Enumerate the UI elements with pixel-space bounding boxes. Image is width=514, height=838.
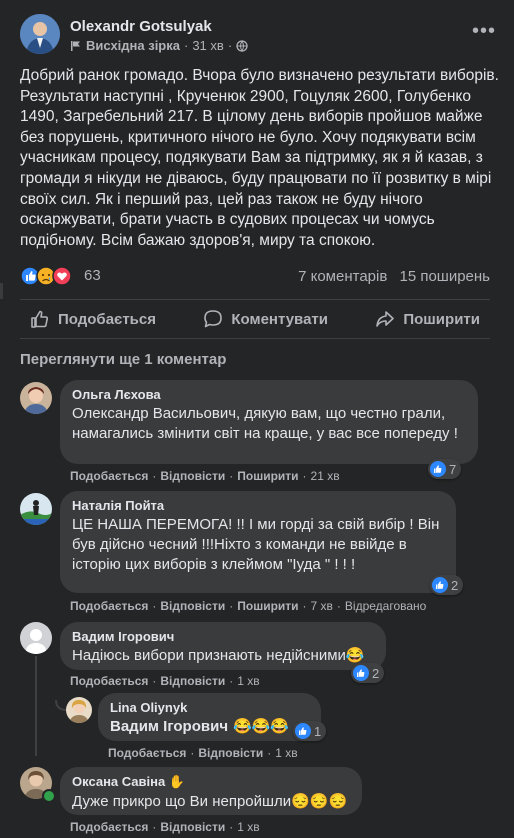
reply-emoji-text: 😂😂😂	[233, 718, 290, 735]
comment-text: Надіюсь вибори признають недійсними😂	[72, 647, 365, 664]
thumbs-up-icon	[353, 665, 369, 681]
like-button[interactable]: Подобається	[20, 309, 166, 329]
comment-reply-link[interactable]: Відповісти	[160, 820, 225, 834]
post-stats: 7 коментарів 15 поширень	[290, 268, 490, 285]
thumbs-up-icon	[430, 461, 446, 477]
comment-like-badge[interactable]: 1	[293, 721, 327, 741]
accent-bar	[0, 283, 3, 299]
comment-like-count: 2	[372, 665, 380, 681]
reactions-row: 63 7 коментарів 15 поширень	[20, 266, 490, 288]
thumbs-up-icon	[295, 723, 311, 739]
comment-like-link[interactable]: Подобається	[70, 674, 148, 688]
post-card: Olexandr Gotsulyak Висхідна зірка · 31 х…	[0, 0, 514, 838]
post-time[interactable]: 31 хв	[192, 38, 223, 53]
share-icon	[376, 311, 395, 327]
online-status-dot	[42, 789, 56, 803]
comment-item: Оксана Савіна ✋ Дуже прикро що Ви непрой…	[20, 767, 490, 835]
comment-like-link[interactable]: Подобається	[70, 469, 148, 483]
post-meta: Висхідна зірка · 31 хв ·	[70, 38, 248, 53]
divider-bottom	[20, 338, 490, 339]
comment-like-link[interactable]: Подобається	[70, 599, 148, 613]
group-name[interactable]: Висхідна зірка	[86, 38, 180, 53]
comment-time[interactable]: 1 хв	[275, 746, 297, 760]
reply-thread-line	[35, 656, 37, 756]
comment-bubble: Ольга Лєхова Олександр Васильович, дякую…	[60, 380, 478, 464]
comment-bubble: Оксана Савіна ✋ Дуже прикро що Ви непрой…	[60, 767, 362, 815]
comment-time[interactable]: 1 хв	[237, 674, 259, 688]
commenter-name[interactable]: Наталія Пойта	[72, 498, 444, 513]
comment-text: ЦЕ НАША ПЕРЕМОГА! !! І ми горді за свій …	[72, 516, 440, 573]
commenter-name[interactable]: Lina Oliynyk	[110, 700, 309, 715]
comment-actions: Подобається · Відповісти · Поширити · 21 хв	[70, 469, 340, 483]
comment-text: Олександр Васильович, дякую вам, що чест…	[72, 405, 458, 442]
comment-reply-link[interactable]: Відповісти	[160, 469, 225, 483]
comment-item: Вадим Ігорович Надіюсь вибори признають …	[20, 622, 490, 690]
reaction-count[interactable]: 63	[84, 267, 101, 284]
comment-label: Коментувати	[231, 310, 328, 328]
love-reaction-icon	[52, 266, 72, 286]
author-avatar[interactable]	[20, 14, 60, 54]
post-header: Olexandr Gotsulyak Висхідна зірка · 31 х…	[20, 14, 500, 56]
comment-actions: Подобається · Відповісти · Поширити · 7 хв · Від…	[70, 599, 427, 613]
comment-like-badge[interactable]: 7	[428, 459, 462, 479]
reply-bubble: Lina Oliynyk Вадим Ігорович 😂😂😂	[98, 693, 321, 741]
comment-reply-link[interactable]: Відповісти	[160, 599, 225, 613]
comment-like-badge[interactable]: 2	[430, 575, 464, 595]
comment-reply-link[interactable]: Відповісти	[160, 674, 225, 688]
mention-link[interactable]: Вадим Ігорович	[110, 718, 228, 735]
comment-item: Ольга Лєхова Олександр Васильович, дякую…	[20, 380, 490, 484]
comment-button[interactable]: Коментувати	[193, 309, 338, 329]
post-actions: Подобається Коментувати Поширити	[20, 300, 490, 338]
comment-actions: Подобається · Відповісти · 1 хв	[70, 674, 260, 688]
meta-separator: ·	[183, 38, 189, 53]
comment-share-link[interactable]: Поширити	[237, 469, 298, 483]
comment-text: Дуже прикро що Ви непройшли😔😔😔	[72, 793, 348, 810]
commenter-avatar[interactable]	[20, 622, 52, 654]
commenter-avatar[interactable]	[20, 493, 52, 525]
comment-reply-link[interactable]: Відповісти	[198, 746, 263, 760]
comment-bubble: Наталія Пойта ЦЕ НАША ПЕРЕМОГА! !! І ми …	[60, 491, 456, 593]
share-label: Поширити	[403, 310, 480, 328]
comments-count[interactable]: 7 коментарів	[298, 268, 387, 285]
comment-like-count: 2	[451, 577, 459, 593]
comment-like-badge[interactable]: 2	[351, 663, 385, 683]
comment-like-count: 1	[314, 723, 322, 739]
post-text: Добрий ранок громадо. Вчора було визначе…	[20, 67, 499, 249]
commenter-name[interactable]: Вадим Ігорович	[72, 629, 374, 644]
comment-time[interactable]: 7 хв	[311, 599, 333, 613]
globe-icon	[236, 39, 248, 52]
comment-item: Наталія Пойта ЦЕ НАША ПЕРЕМОГА! !! І ми …	[20, 491, 490, 615]
share-button[interactable]: Поширити	[365, 309, 490, 329]
comment-edited-label: Відредаговано	[344, 599, 427, 613]
comment-like-link[interactable]: Подобається	[108, 746, 186, 760]
commenter-name-text[interactable]: Оксана Савіна	[72, 774, 165, 789]
comment-icon	[204, 310, 223, 328]
reply-item: Lina Oliynyk Вадим Ігорович 😂😂😂 1 Подобає…	[66, 693, 486, 761]
thumbs-up-icon	[432, 577, 448, 593]
commenter-name[interactable]: Ольга Лєхова	[72, 387, 466, 402]
more-options-icon[interactable]: •••	[472, 20, 496, 43]
comment-time[interactable]: 1 хв	[237, 820, 259, 834]
reaction-icons[interactable]	[20, 266, 80, 286]
group-flag-icon	[71, 40, 80, 51]
commenter-avatar[interactable]	[20, 382, 52, 414]
comment-like-link[interactable]: Подобається	[70, 820, 148, 834]
comment-like-count: 7	[449, 461, 457, 477]
shares-count[interactable]: 15 поширень	[399, 268, 490, 285]
comment-text: Вадим Ігорович 😂😂😂	[110, 717, 309, 737]
comment-bubble: Вадим Ігорович Надіюсь вибори признають …	[60, 622, 386, 670]
thumbs-up-icon	[31, 310, 49, 328]
view-more-comments[interactable]: Переглянути ще 1 коментар	[20, 351, 226, 368]
commenter-avatar[interactable]	[66, 697, 92, 723]
comment-actions: Подобається · Відповісти · 1 хв	[70, 820, 260, 834]
comment-time[interactable]: 21 хв	[311, 469, 340, 483]
wave-icon: ✋	[168, 774, 186, 789]
comment-share-link[interactable]: Поширити	[237, 599, 298, 613]
like-label: Подобається	[58, 310, 156, 328]
author-name[interactable]: Olexandr Gotsulyak	[70, 18, 212, 35]
comment-actions: Подобається · Відповісти · 1 хв	[108, 746, 298, 760]
commenter-name: Оксана Савіна ✋	[72, 774, 350, 790]
meta-separator-2: ·	[227, 38, 233, 53]
